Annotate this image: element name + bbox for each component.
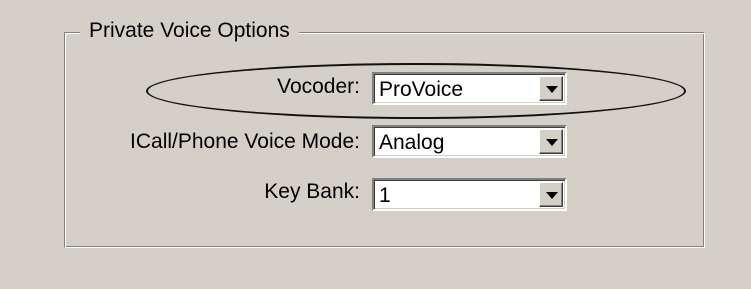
call-phone-voice-mode-selected-value: Analog	[379, 131, 445, 154]
key-bank-dropdown[interactable]: 1	[372, 178, 567, 211]
key-bank-label: Key Bank:	[264, 180, 360, 203]
call-phone-voice-mode-label: ICall/Phone Voice Mode:	[130, 130, 360, 153]
call-phone-voice-mode-dropdown-button[interactable]	[539, 129, 563, 154]
vocoder-dropdown[interactable]: ProVoice	[372, 72, 567, 105]
chevron-down-icon	[546, 192, 558, 199]
vocoder-dropdown-button[interactable]	[539, 76, 563, 101]
chevron-down-icon	[546, 139, 558, 146]
vocoder-selected-value: ProVoice	[379, 78, 464, 101]
call-phone-voice-mode-dropdown[interactable]: Analog	[372, 125, 567, 158]
voice-settings-screen: Private Voice Options Vocoder: ProVoice …	[0, 0, 751, 289]
chevron-down-icon	[546, 86, 558, 93]
vocoder-label: Vocoder:	[277, 75, 360, 98]
key-bank-dropdown-button[interactable]	[539, 182, 563, 207]
group-title: Private Voice Options	[80, 17, 299, 45]
key-bank-selected-value: 1	[379, 184, 391, 207]
